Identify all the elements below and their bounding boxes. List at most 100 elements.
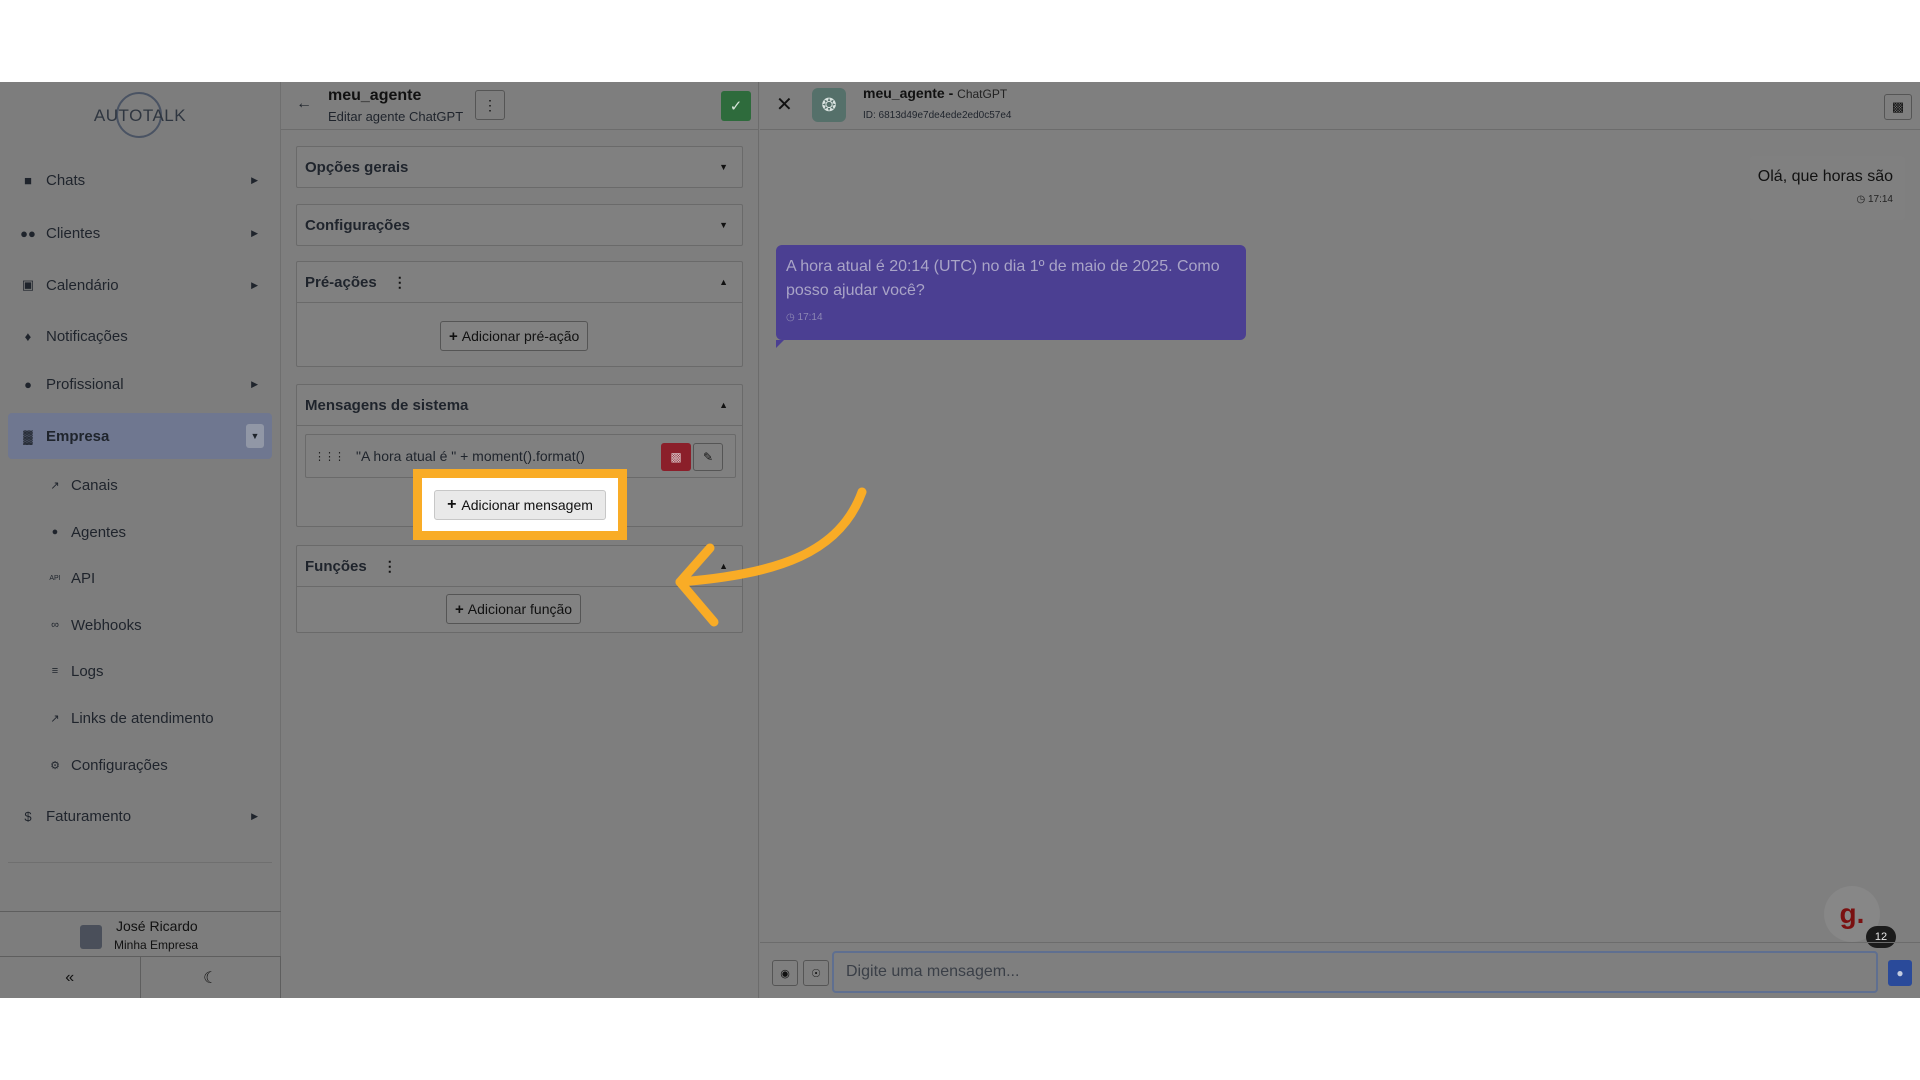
sidebar-subitem-logs[interactable]: ≡ Logs <box>48 657 104 685</box>
calendar-icon: ▣ <box>21 277 35 292</box>
chat-agent-title: meu_agente - ChatGPT <box>863 85 1008 101</box>
collapse-sidebar-button[interactable]: « <box>0 957 141 998</box>
section-header[interactable]: Opções gerais ▼ <box>297 147 742 187</box>
webhook-icon: ∞ <box>51 619 59 631</box>
section-config[interactable]: Configurações ▼ <box>296 204 743 246</box>
arrow-head <box>675 543 719 627</box>
user-card[interactable]: José Ricardo Minha Empresa <box>0 911 281 957</box>
caret-right-icon: ▶ <box>251 378 258 389</box>
section-title: Funções <box>305 557 367 575</box>
section-title: Pré-ações <box>305 273 377 291</box>
system-message-text: "A hora atual é " + moment().format() <box>356 448 585 464</box>
sidebar-subitem-configuracoes[interactable]: ⚙ Configurações <box>48 751 168 779</box>
agent-subtitle: Editar agente ChatGPT <box>328 109 464 124</box>
close-icon[interactable]: ✕ <box>776 92 793 117</box>
caret-up-icon: ▲ <box>719 400 728 410</box>
edit-message-button[interactable]: ✎ <box>693 443 723 471</box>
drag-handle-icon[interactable]: ⋮⋮⋮ <box>314 450 345 463</box>
chat-input-bar: ◉ ☉ ● <box>760 942 1920 998</box>
trash-icon: ▩ <box>1891 99 1905 114</box>
section-general[interactable]: Opções gerais ▼ <box>296 146 743 188</box>
add-pre-action-button[interactable]: + Adicionar pré-ação <box>440 321 589 351</box>
section-header[interactable]: Mensagens de sistema ▲ <box>297 385 742 425</box>
mic-button[interactable]: ● <box>1888 960 1912 986</box>
sidebar-item-label: Empresa <box>46 427 110 445</box>
sidebar-item-label: Clientes <box>46 224 101 242</box>
clear-chat-button[interactable]: ▩ <box>1884 94 1912 120</box>
sidebar-subitem-label: Configurações <box>71 756 168 774</box>
annotation-arrow <box>675 487 867 627</box>
chat-agent-name: meu_agente <box>863 85 945 101</box>
caret-down-icon[interactable]: ▼ <box>246 424 264 448</box>
plus-icon: + <box>447 496 457 513</box>
bubble-tail <box>776 340 784 348</box>
sidebar-item-faturamento[interactable]: $ Faturamento ▶ <box>8 793 272 839</box>
add-message-button[interactable]: + Adicionar mensagem <box>434 490 606 520</box>
kebab-icon[interactable]: ⋮ <box>393 274 407 291</box>
sidebar-subitem-agentes[interactable]: ● Agentes <box>48 518 126 546</box>
pencil-icon: ✎ <box>702 450 714 464</box>
sidebar-item-profissional[interactable]: ● Profissional ▶ <box>8 361 272 407</box>
save-button[interactable]: ✓ <box>721 91 751 121</box>
section-pre-actions: Pré-ações ⋮ ▲ + Adicionar pré-ação <box>296 261 743 367</box>
sidebar-subitem-label: Canais <box>71 476 118 494</box>
button-label: Adicionar função <box>467 601 573 617</box>
autotalk-logo[interactable]: AUTOTALK <box>93 92 187 140</box>
message-text: Olá, que horas são <box>1757 168 1893 185</box>
paperclip-icon: ☉ <box>811 967 821 980</box>
caret-down-icon: ▼ <box>719 220 728 230</box>
sidebar-footer: « ☾ <box>0 957 281 998</box>
sidebar-item-calendario[interactable]: ▣ Calendário ▶ <box>8 262 272 308</box>
dark-mode-toggle[interactable]: ☾ <box>141 957 281 998</box>
message-time-value: 17:14 <box>1867 194 1893 205</box>
sidebar-item-clientes[interactable]: ●● Clientes ▶ <box>8 210 272 256</box>
sidebar-subitem-label: Logs <box>71 662 104 680</box>
link-icon: ↗ <box>50 479 60 492</box>
double-chevron-left-icon: « <box>65 968 75 986</box>
chat-icon: ■ <box>24 172 32 188</box>
sidebar-subitem-webhooks[interactable]: ∞ Webhooks <box>48 611 142 639</box>
bot-message-bubble: A hora atual é 20:14 (UTC) no dia 1º de … <box>776 245 1246 348</box>
delete-message-button[interactable]: ▩ <box>661 443 691 471</box>
add-function-button[interactable]: + Adicionar função <box>446 594 582 624</box>
more-options-button[interactable]: ⋮ <box>475 90 505 120</box>
chatgpt-logo-icon: ❂ <box>812 88 846 122</box>
attach-button[interactable]: ☉ <box>803 960 829 986</box>
plus-icon: + <box>449 327 458 345</box>
user-message-bubble: Olá, que horas são ◷ 17:14 <box>1750 156 1905 220</box>
message-time: ◷ 17:14 <box>1856 194 1893 205</box>
caret-right-icon: ▶ <box>251 279 258 290</box>
sidebar-item-label: Faturamento <box>46 807 132 825</box>
button-label: Adicionar pré-ação <box>461 328 580 344</box>
camera-button[interactable]: ◉ <box>772 960 798 986</box>
kebab-icon: ⋮ <box>483 96 497 113</box>
caret-up-icon: ▲ <box>719 277 728 287</box>
external-link-icon: ↗ <box>50 712 60 725</box>
agent-title: meu_agente <box>328 87 422 104</box>
sidebar-item-chats[interactable]: ■ Chats ▶ <box>8 157 272 203</box>
sidebar-item-empresa[interactable]: ▓ Empresa ▼ <box>8 413 272 459</box>
logo-text: AUTOTALK <box>93 106 187 125</box>
caret-down-icon: ▼ <box>719 162 728 172</box>
section-header[interactable]: Pré-ações ⋮ ▲ <box>297 262 742 302</box>
user-tie-icon: ● <box>24 376 32 392</box>
fab-letter: g. <box>1839 898 1865 929</box>
sidebar-item-label: Calendário <box>46 276 119 294</box>
sidebar-subitem-label: Webhooks <box>71 616 142 634</box>
bell-icon: ♦ <box>24 328 32 344</box>
camera-icon: ◉ <box>780 967 790 980</box>
sidebar-subitem-links[interactable]: ↗ Links de atendimento <box>48 704 213 732</box>
building-icon: ▓ <box>23 428 33 444</box>
message-time: ◷ 17:14 <box>786 312 823 323</box>
sidebar-subitem-label: Agentes <box>71 523 127 541</box>
sidebar-subitem-canais[interactable]: ↗ Canais <box>48 471 118 499</box>
sidebar-subitem-label: API <box>71 569 96 587</box>
back-arrow-icon[interactable]: ← <box>296 95 312 113</box>
sidebar-item-notificacoes[interactable]: ♦ Notificações <box>8 313 272 359</box>
kebab-icon[interactable]: ⋮ <box>383 558 397 575</box>
sidebar-divider <box>8 862 272 863</box>
message-input[interactable] <box>832 951 1878 993</box>
sidebar-subitem-api[interactable]: API API <box>48 564 95 592</box>
section-header[interactable]: Configurações ▼ <box>297 205 742 245</box>
sidebar: AUTOTALK ■ Chats ▶ ●● Clientes ▶ ▣ Calen… <box>0 82 281 998</box>
